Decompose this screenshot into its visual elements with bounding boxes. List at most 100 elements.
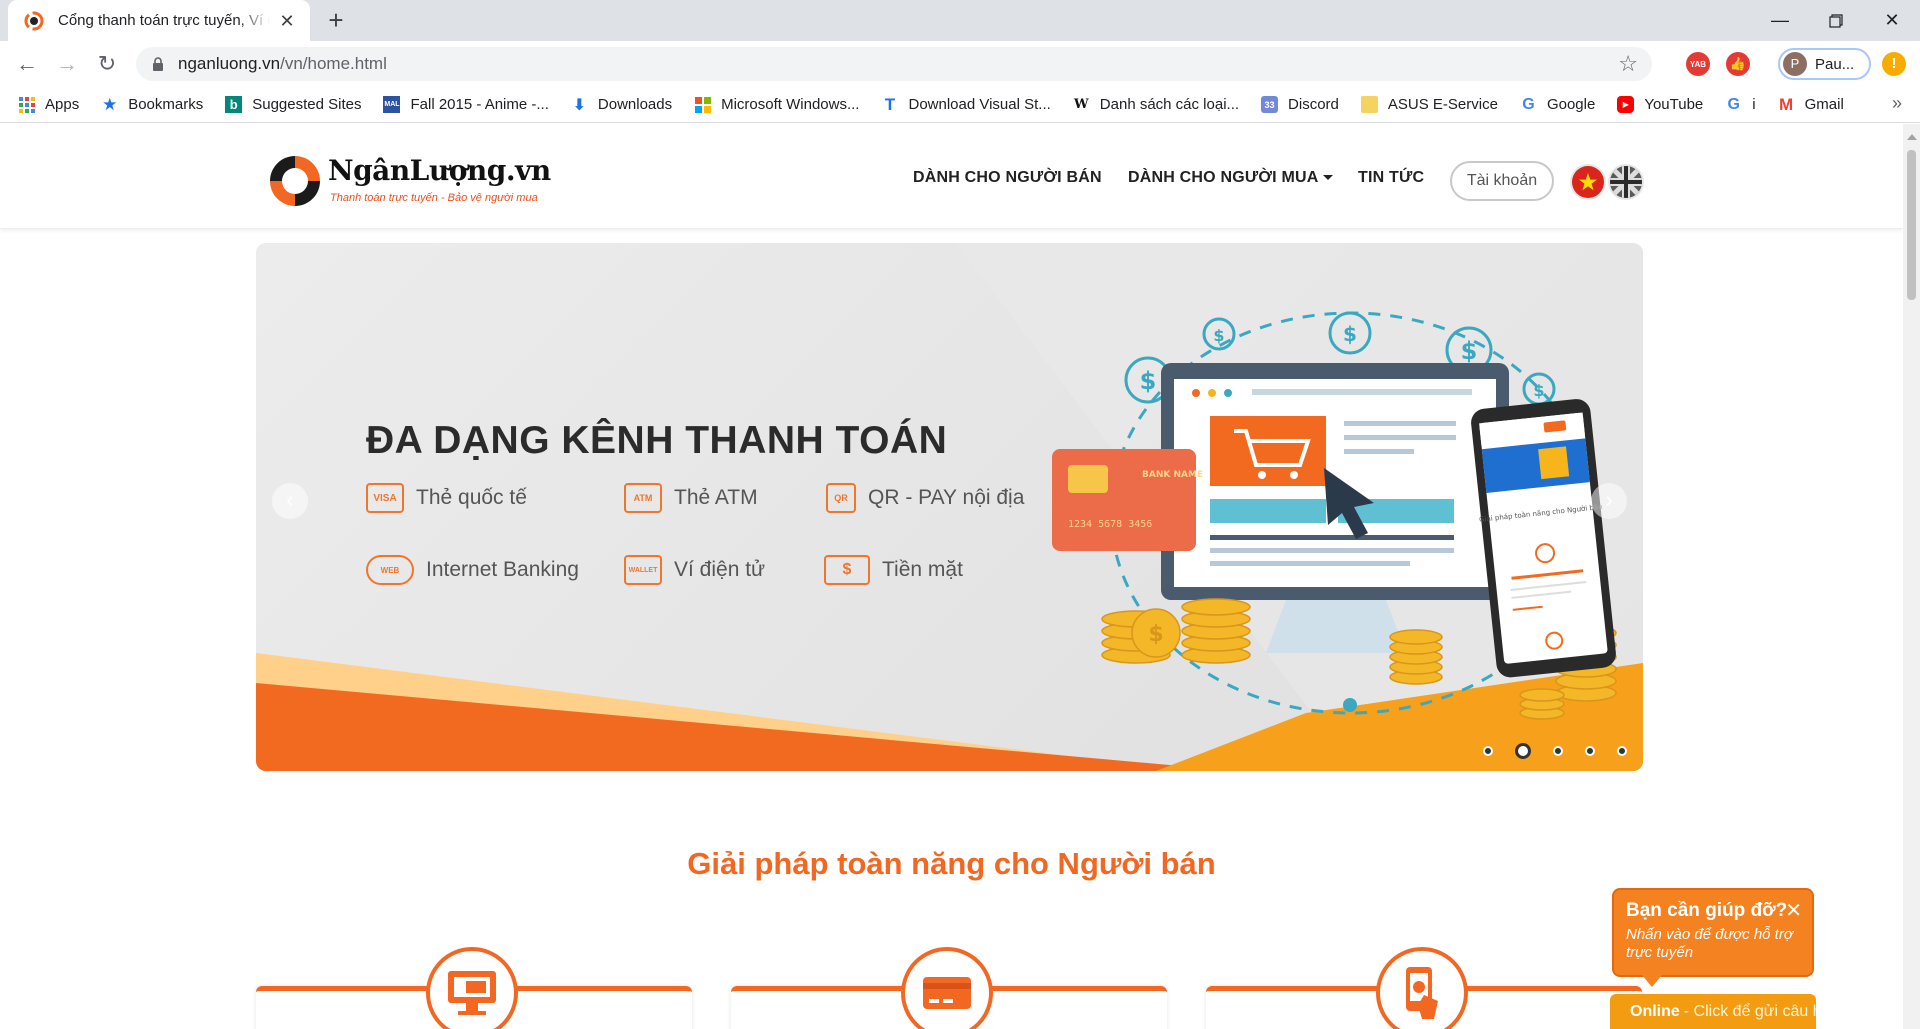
close-icon[interactable]: ✕ [1785,898,1802,923]
credit-card-icon [901,947,993,1029]
bookmark-google-i[interactable]: Gi [1725,95,1756,114]
hero-slider[interactable]: $ $ $ $ $ BANK NAME 1234 5678 3456 $ Giả… [256,243,1643,771]
bookmark-discord[interactable]: 33 Discord [1261,96,1339,113]
chevron-down-icon [1322,175,1333,181]
new-tab-button[interactable]: + [322,7,350,35]
close-window-button[interactable]: ✕ [1864,0,1920,41]
tab-close-icon[interactable]: ✕ [276,10,298,32]
help-chat-popup[interactable]: Bạn cần giúp đỡ? Nhấn vào để được hỗ trợ… [1612,888,1814,987]
mal-icon: MAL [383,96,401,113]
slider-prev-button[interactable]: ‹ [272,483,308,519]
url-text: nganluong.vn/vn/home.html [178,54,387,73]
vietnam-flag-icon[interactable] [1572,166,1604,198]
slider-dot-3[interactable] [1553,746,1563,756]
lock-icon[interactable] [152,57,164,71]
page-scrollbar[interactable] [1903,124,1920,1029]
bookmark-danh-sach[interactable]: W Danh sách các loại... [1073,96,1239,113]
back-button[interactable]: ← [12,49,42,79]
profile-button[interactable]: P Pau... [1778,48,1871,80]
scroll-thumb[interactable] [1907,150,1916,300]
apps-grid-icon [18,96,35,113]
qr-code-icon: QR [826,483,856,513]
bookmark-bookmarks[interactable]: ★ Bookmarks [101,95,204,114]
pay-method-label: Thẻ quốc tế [416,486,527,509]
monitor-payment-icon [426,947,518,1029]
restore-button[interactable] [1808,0,1864,41]
slider-next-button[interactable]: › [1591,483,1627,519]
slider-dot-2[interactable] [1515,743,1531,759]
address-bar[interactable]: nganluong.vn/vn/home.html ☆ [136,47,1652,81]
slider-dot-1[interactable] [1483,746,1493,756]
site-logo[interactable]: NgânLượng.vn Thanh toán trực tuyến - Bảo… [266,152,551,218]
chat-online-bar[interactable]: Online - Click để gửi câu hỏi [1610,994,1816,1029]
bookmark-label: i [1752,96,1756,113]
bookmark-download-visual-studio[interactable]: T Download Visual St... [881,94,1051,114]
bookmark-youtube[interactable]: ▶ YouTube [1617,96,1703,113]
minimize-button[interactable]: — [1752,0,1808,41]
nav-sellers[interactable]: DÀNH CHO NGƯỜI BÁN [913,169,1102,187]
globe-card-icon: WEB [366,555,414,585]
feature-card-website[interactable] [256,947,692,1029]
atm-card-icon: ATM [624,483,662,513]
bookmark-label: Fall 2015 - Anime -... [410,96,549,113]
bookmark-label: Google [1546,96,1596,113]
like-extension-icon[interactable]: 👍 [1726,52,1750,76]
bookmark-fall-2015-anime[interactable]: MAL Fall 2015 - Anime -... [383,96,549,113]
slider-dot-5[interactable] [1617,746,1627,756]
visual-studio-icon: T [884,94,896,114]
visa-card-icon: VISA [366,483,404,513]
pay-method-cash: $ Tiền mặt [824,555,963,585]
bookmark-apps[interactable]: Apps [18,96,79,113]
cash-icon: $ [824,555,870,585]
chat-status-text: - Click để gửi câu hỏi [1683,1002,1816,1020]
uk-flag-icon[interactable] [1610,166,1642,198]
logo-wordmark: NgânLượng.vn [328,154,551,187]
bookmark-star-icon[interactable]: ☆ [1618,51,1638,77]
feature-card-card-payment[interactable] [731,947,1167,1029]
bookmark-label: Suggested Sites [252,96,362,113]
forward-button[interactable]: → [52,49,82,79]
bookmark-label: Bookmarks [128,96,204,113]
google-icon: G [1522,95,1535,113]
yab-extension-icon[interactable]: YAB [1686,52,1710,76]
pay-method-label: Tiền mặt [882,558,963,581]
restore-icon [1829,13,1843,28]
browser-tab-active[interactable]: Cổng thanh toán trực tuyến, Ví điện tử ✕ [8,0,310,41]
bookmarks-overflow-icon[interactable]: » [1892,93,1902,114]
scroll-up-icon[interactable] [1907,134,1917,140]
chat-status: Online [1630,1002,1680,1020]
avatar: P [1783,52,1807,76]
nganluong-logo-icon [270,156,320,206]
update-alert-icon[interactable]: ! [1882,52,1906,76]
mobile-tap-icon [1376,947,1468,1029]
chat-title: Bạn cần giúp đỡ? [1626,900,1788,921]
bookmark-suggested-sites[interactable]: b Suggested Sites [225,96,361,113]
svg-text:$: $ [1213,326,1224,345]
reload-button[interactable]: ↻ [92,49,122,79]
bookmark-google[interactable]: G Google [1520,95,1596,114]
gmail-icon: M [1779,94,1794,114]
card-number-label: 1234 5678 3456 [1068,519,1152,530]
slider-dots [1461,743,1627,759]
google-icon: G [1727,95,1740,113]
slider-dot-4[interactable] [1585,746,1595,756]
pay-method-label: QR - PAY nội địa [868,486,1025,509]
nganluong-favicon-icon [24,11,44,30]
feature-card-mobile-payment[interactable] [1206,947,1642,1029]
bookmark-gmail[interactable]: M Gmail [1778,94,1844,114]
nav-news[interactable]: TIN TỨC [1358,169,1424,187]
tab-title: Cổng thanh toán trực tuyến, Ví điện tử [58,12,270,29]
bookmark-asus-e-service[interactable]: ASUS E-Service [1360,96,1498,113]
bookmark-microsoft-windows[interactable]: Microsoft Windows... [694,96,859,113]
folder-icon [1360,96,1378,113]
download-icon: ⬇ [572,96,587,114]
nav-buyers[interactable]: DÀNH CHO NGƯỜI MUA [1128,169,1333,187]
account-button[interactable]: Tài khoản [1450,161,1554,201]
page-viewport: NgânLượng.vn Thanh toán trực tuyến - Bảo… [0,124,1903,1029]
pay-method-internet-banking: WEB Internet Banking [366,555,579,585]
svg-text:$: $ [1461,337,1478,365]
bookmark-downloads[interactable]: ⬇ Downloads [571,96,672,114]
nav-buyers-label: DÀNH CHO NGƯỜI MUA [1128,169,1319,186]
tab-strip: Cổng thanh toán trực tuyến, Ví điện tử ✕… [0,0,1920,41]
profile-name: Pau... [1815,55,1855,73]
